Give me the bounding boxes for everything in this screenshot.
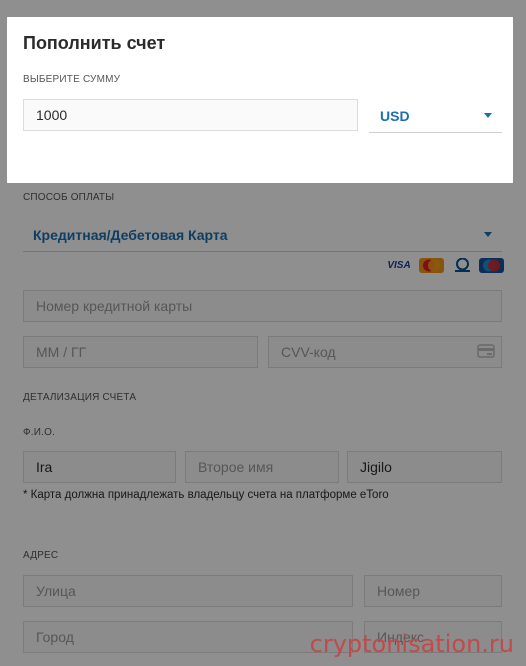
deposit-amount-panel: Пополнить счет ВЫБЕРИТЕ СУММУ 1000 USD xyxy=(7,17,513,183)
mastercard-logo xyxy=(419,258,444,273)
maestro-logo xyxy=(479,258,504,273)
chevron-down-icon xyxy=(484,232,492,237)
page-title: Пополнить счет xyxy=(23,33,166,53)
card-owner-note: * Карта должна принадлежать владельцу сч… xyxy=(23,489,389,501)
chevron-down-icon xyxy=(484,113,492,118)
amount-input[interactable]: 1000 xyxy=(23,99,358,131)
cvv-input[interactable]: CVV-код xyxy=(268,336,502,368)
middle-name-input[interactable]: Второе имя xyxy=(185,451,339,483)
street-input[interactable]: Улица xyxy=(23,575,353,607)
house-number-input[interactable]: Номер xyxy=(364,575,502,607)
card-cvv-icon xyxy=(477,343,495,359)
payment-method-label: СПОСОБ ОПЛАТЫ xyxy=(23,192,115,203)
last-name-input[interactable]: Jigilo xyxy=(347,451,502,483)
currency-select[interactable]: USD xyxy=(369,99,502,133)
diners-club-logo xyxy=(450,258,475,273)
account-details-label: ДЕТАЛИЗАЦИЯ СЧЕТА xyxy=(23,392,137,403)
cvv-placeholder: CVV-код xyxy=(281,344,336,360)
first-name-input[interactable]: Ira xyxy=(23,451,176,483)
payment-method-value: Кредитная/Дебетовая Карта xyxy=(33,226,228,243)
watermark: cryptonisation.ru xyxy=(309,630,514,658)
amount-label: ВЫБЕРИТЕ СУММУ xyxy=(23,74,121,85)
visa-logo: VISA xyxy=(387,260,411,271)
expiry-input[interactable]: ММ / ГГ xyxy=(23,336,258,368)
card-number-input[interactable]: Номер кредитной карты xyxy=(23,290,502,322)
city-input[interactable]: Город xyxy=(23,621,353,653)
full-name-label: Ф.И.О. xyxy=(23,427,56,438)
currency-value: USD xyxy=(380,107,410,124)
payment-method-select[interactable]: Кредитная/Дебетовая Карта xyxy=(23,218,502,252)
address-label: АДРЕС xyxy=(23,550,59,561)
